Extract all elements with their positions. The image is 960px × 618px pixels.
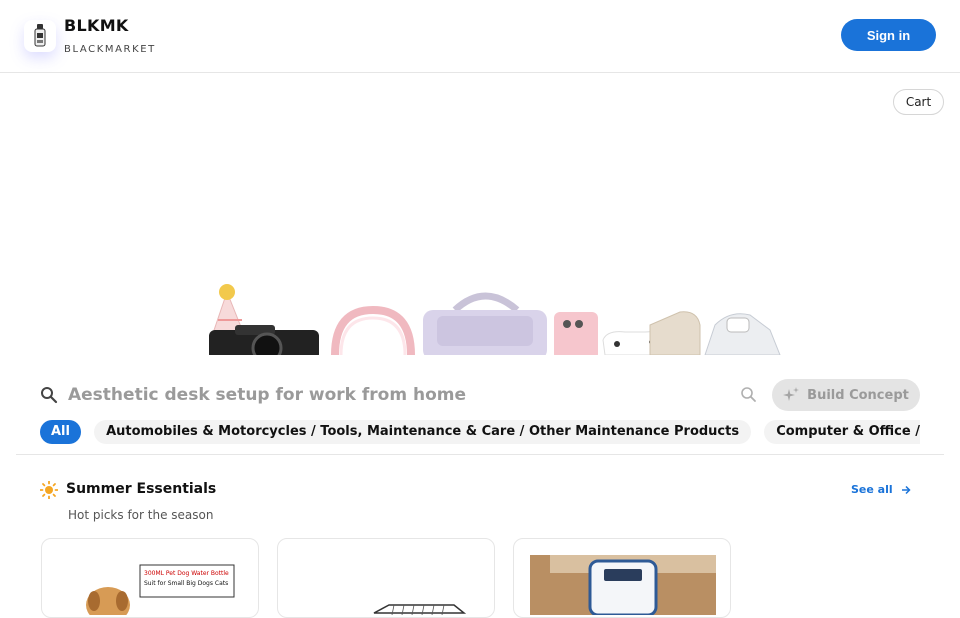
chip-all[interactable]: All — [40, 420, 81, 444]
product-card[interactable] — [277, 538, 495, 618]
logo-icon[interactable] — [24, 20, 56, 52]
product-image — [530, 555, 716, 615]
product-image — [294, 555, 480, 615]
product-image-caption: 300ML Pet Dog Water Bottle Suit for Smal… — [144, 570, 229, 587]
product-card[interactable] — [513, 538, 731, 618]
search-input[interactable] — [68, 382, 728, 408]
build-concept-button[interactable]: Build Concept — [772, 379, 920, 411]
divider — [16, 454, 944, 455]
product-card[interactable]: 300ML Pet Dog Water Bottle Suit for Smal… — [41, 538, 259, 618]
header: BLKMK BLACKMARKET Sign in — [0, 0, 960, 73]
search-submit-icon[interactable] — [740, 386, 757, 403]
brand-title[interactable]: BLKMK — [64, 16, 129, 35]
sign-in-button[interactable]: Sign in — [841, 19, 936, 51]
build-concept-label: Build Concept — [807, 387, 909, 403]
arrow-right-icon — [901, 485, 911, 494]
cart-button[interactable]: Cart — [893, 89, 944, 115]
product-image: 300ML Pet Dog Water Bottle Suit for Smal… — [58, 555, 244, 615]
brand-subtitle: BLACKMARKET — [64, 44, 156, 55]
sparkle-icon — [783, 387, 800, 401]
section-title: Summer Essentials — [66, 481, 217, 497]
search-bar: Build Concept — [40, 378, 920, 412]
chip-automobiles-tools[interactable]: Automobiles & Motorcycles / Tools, Maint… — [94, 420, 752, 444]
search-icon — [41, 387, 58, 404]
hero-products-image — [205, 280, 785, 355]
category-chips: All Automobiles & Motorcycles / Tools, M… — [40, 420, 920, 444]
see-all-label: See all — [851, 483, 893, 496]
sun-icon — [40, 481, 58, 499]
chip-computer-office[interactable]: Computer & Office / Office Electronics — [764, 420, 920, 444]
section-subtitle: Hot picks for the season — [68, 508, 214, 522]
see-all-link[interactable]: See all — [851, 483, 911, 496]
